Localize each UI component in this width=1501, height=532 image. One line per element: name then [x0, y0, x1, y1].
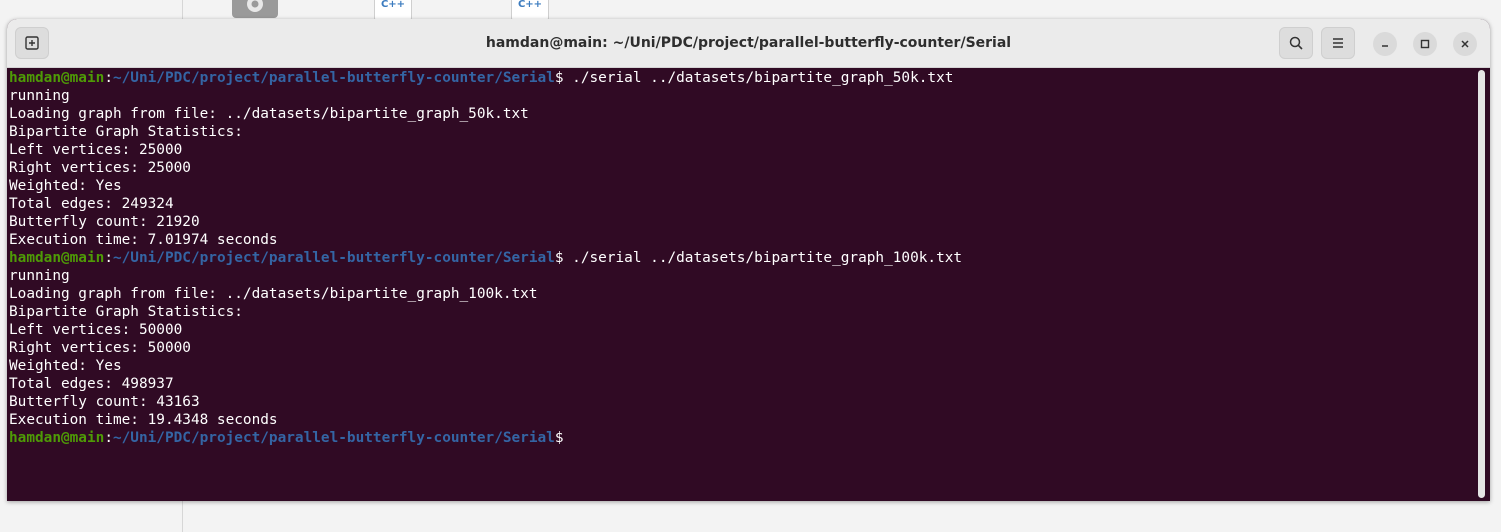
- close-button[interactable]: [1453, 32, 1477, 56]
- prompt-command: ./serial ../datasets/bipartite_graph_100…: [563, 250, 963, 266]
- prompt-colon: :: [104, 70, 113, 86]
- prompt-dollar: $: [554, 70, 564, 86]
- search-button[interactable]: [1279, 27, 1313, 59]
- window-title: hamdan@main: ~/Uni/PDC/project/parallel-…: [485, 35, 1012, 51]
- output-line: Left vertices: 25000: [9, 142, 183, 158]
- terminal-output[interactable]: hamdan@main:~/Uni/PDC/project/parallel-b…: [7, 68, 1477, 501]
- output-line: Total edges: 249324: [9, 196, 174, 212]
- output-line: Butterfly count: 43163: [9, 394, 200, 410]
- maximize-icon: [1420, 39, 1430, 49]
- minimize-icon: [1382, 45, 1388, 47]
- menu-button[interactable]: [1321, 27, 1355, 59]
- prompt-path: ~/Uni/PDC/project/parallel-butterfly-cou…: [112, 430, 555, 446]
- hamburger-menu-icon: [1333, 38, 1343, 48]
- terminal-window: hamdan@main: ~/Uni/PDC/project/parallel-…: [7, 19, 1490, 501]
- output-line: running: [9, 268, 70, 284]
- output-line: Total edges: 498937: [9, 376, 174, 392]
- output-line: Loading graph from file: ../datasets/bip…: [9, 286, 538, 302]
- output-line: Execution time: 19.4348 seconds: [9, 412, 278, 428]
- output-line: Right vertices: 25000: [9, 160, 191, 176]
- prompt-line: hamdan@main:~/Uni/PDC/project/parallel-b…: [9, 69, 1477, 87]
- cpp-file-icon-label: C++: [517, 0, 543, 10]
- output-line: Bipartite Graph Statistics:: [9, 304, 243, 320]
- output-line: Left vertices: 50000: [9, 322, 183, 338]
- prompt-command: ./serial ../datasets/bipartite_graph_50k…: [563, 70, 954, 86]
- prompt-line: hamdan@main:~/Uni/PDC/project/parallel-b…: [9, 429, 1477, 447]
- terminal-scrollbar[interactable]: [1478, 70, 1485, 498]
- prompt-line: hamdan@main:~/Uni/PDC/project/parallel-b…: [9, 249, 1477, 267]
- prompt-path: ~/Uni/PDC/project/parallel-butterfly-cou…: [112, 70, 555, 86]
- output-line: Execution time: 7.01974 seconds: [9, 232, 278, 248]
- cpp-file-icon-label: C++: [380, 0, 406, 10]
- prompt-path: ~/Uni/PDC/project/parallel-butterfly-cou…: [112, 250, 555, 266]
- output-line: Loading graph from file: ../datasets/bip…: [9, 106, 529, 122]
- headerbar: hamdan@main: ~/Uni/PDC/project/parallel-…: [7, 19, 1490, 68]
- prompt-dollar: $: [554, 430, 564, 446]
- gear-icon[interactable]: [232, 0, 278, 18]
- new-tab-icon: [25, 36, 39, 50]
- output-line: running: [9, 88, 70, 104]
- new-tab-button[interactable]: [15, 27, 49, 59]
- output-line: Weighted: Yes: [9, 358, 122, 374]
- maximize-button[interactable]: [1413, 32, 1437, 56]
- output-line: Right vertices: 50000: [9, 340, 191, 356]
- gear-icon-glyph: [247, 0, 263, 12]
- prompt-user-host: hamdan@main: [9, 250, 105, 266]
- close-icon: [1461, 40, 1469, 48]
- prompt-user-host: hamdan@main: [9, 70, 105, 86]
- output-line: Weighted: Yes: [9, 178, 122, 194]
- prompt-colon: :: [104, 430, 113, 446]
- prompt-user-host: hamdan@main: [9, 430, 105, 446]
- minimize-button[interactable]: [1373, 32, 1397, 56]
- search-icon: [1289, 36, 1303, 50]
- output-line: Bipartite Graph Statistics:: [9, 124, 243, 140]
- prompt-dollar: $: [554, 250, 564, 266]
- output-line: Butterfly count: 21920: [9, 214, 200, 230]
- prompt-colon: :: [104, 250, 113, 266]
